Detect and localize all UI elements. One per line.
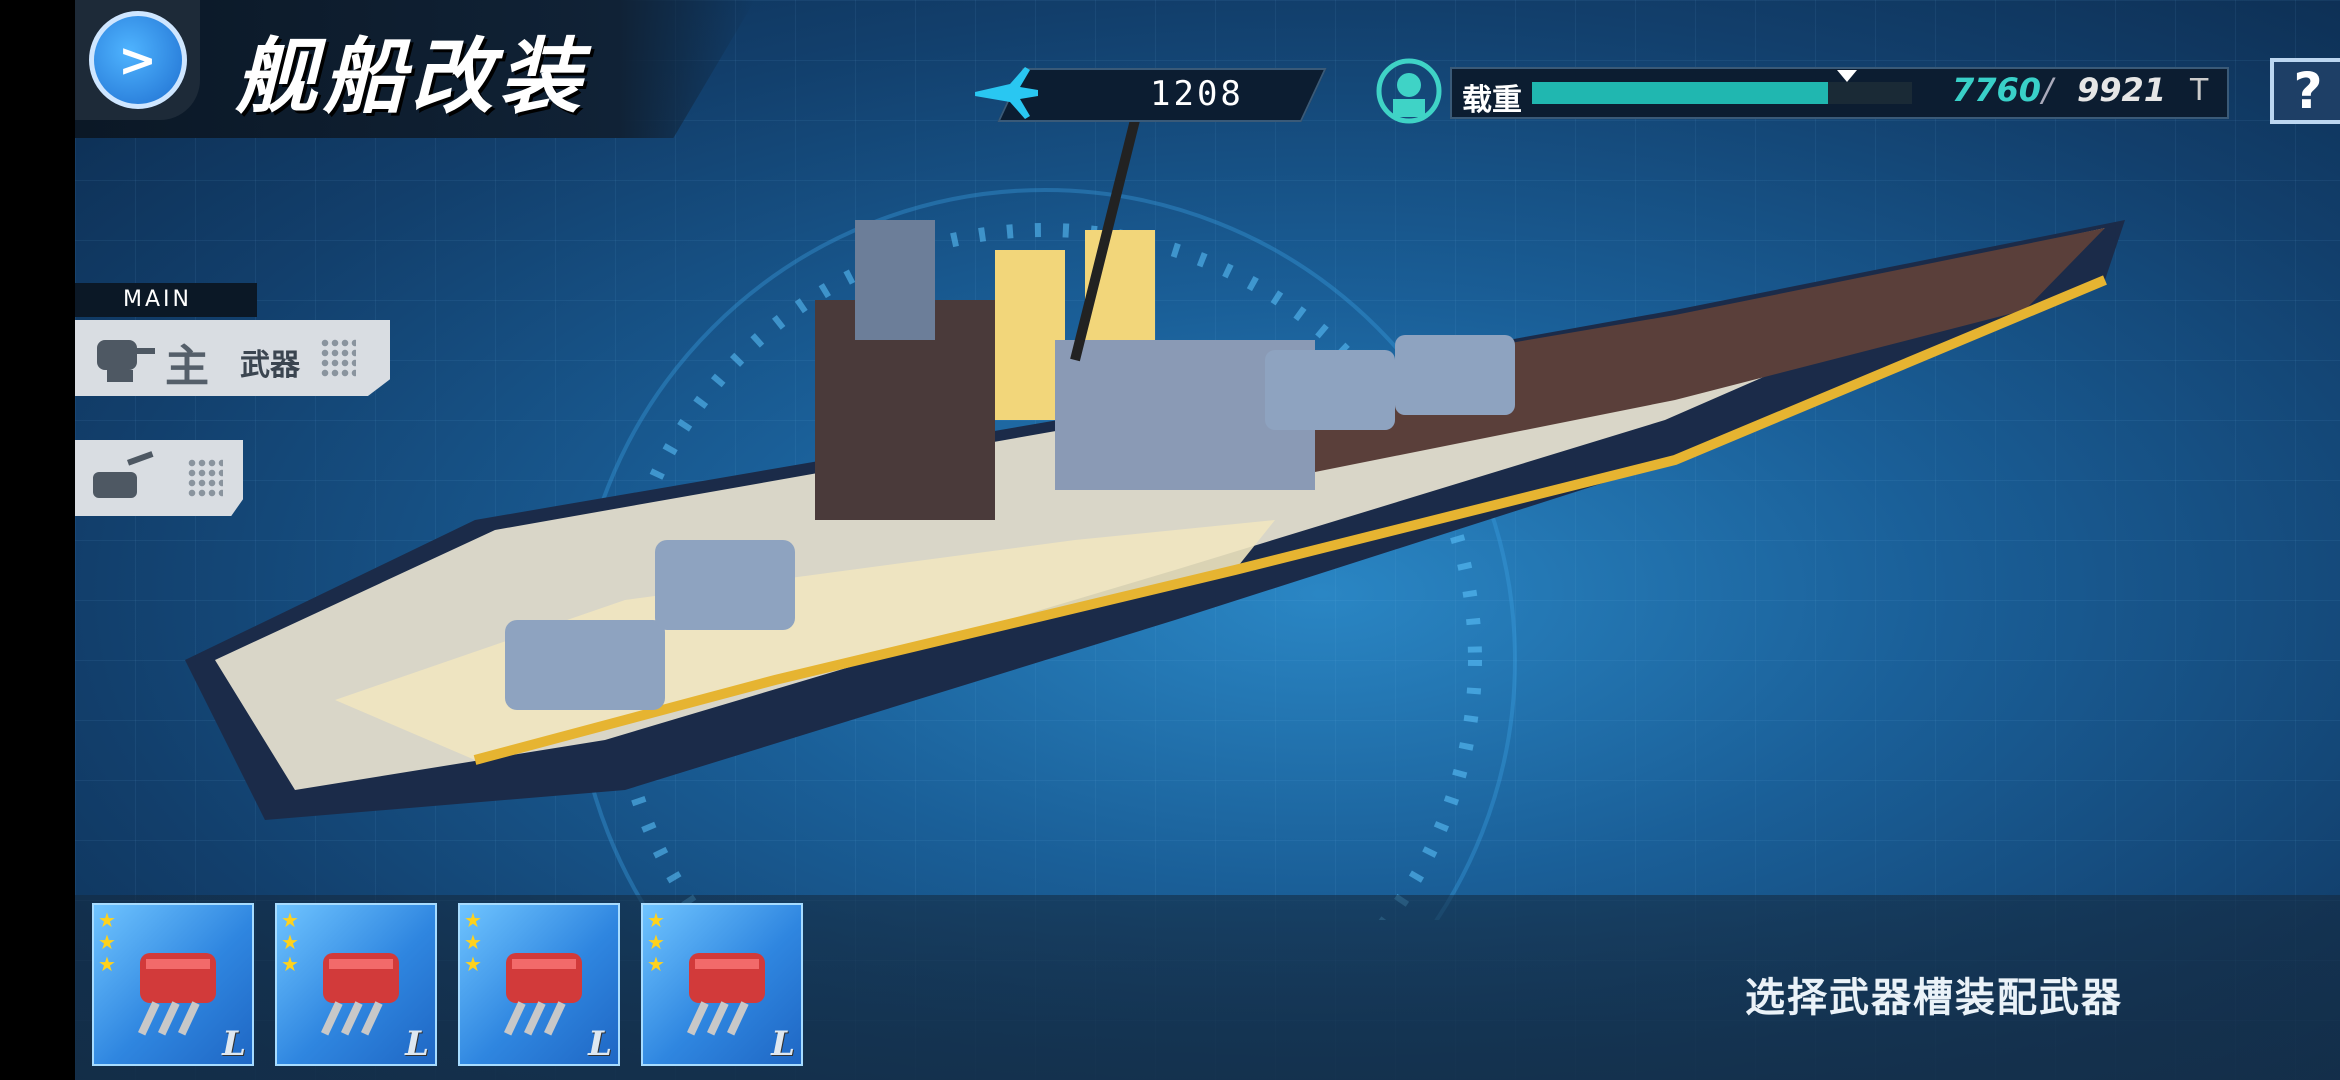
grade-label: L	[222, 1024, 246, 1064]
load-separator: /	[2042, 71, 2053, 109]
grade-label: L	[771, 1024, 795, 1064]
tab-main-weapon-label: 武器	[240, 348, 300, 383]
load-unit: T	[2190, 73, 2209, 108]
star-rating: ★ ★ ★	[98, 908, 116, 976]
triple-turret-icon	[687, 953, 765, 1036]
plane-icon	[975, 67, 1038, 119]
triple-turret-icon	[321, 953, 399, 1036]
weapon-slot[interactable]: ★ ★ ★ L	[275, 903, 437, 1066]
tab-main-char: 主	[165, 341, 209, 392]
star-rating: ★ ★ ★	[647, 908, 665, 976]
captain-icon	[1376, 58, 1442, 124]
tab-main-weapon[interactable]: 主 武器	[75, 320, 390, 396]
section-tag: MAIN	[75, 283, 257, 317]
ship-model	[185, 118, 2125, 920]
weapon-slot[interactable]: ★ ★ ★ L	[641, 903, 803, 1066]
grade-label: L	[588, 1024, 612, 1064]
back-button[interactable]: >	[75, 0, 200, 120]
triple-turret-icon	[138, 953, 216, 1036]
star-rating: ★ ★ ★	[464, 908, 482, 976]
page-title: 舰船改装	[235, 29, 587, 125]
power-counter: 1208	[970, 62, 1327, 122]
load-max: 9921	[2077, 71, 2167, 109]
load-indicator: 载重 7760 / 9921 T	[1365, 55, 2229, 127]
game-stage: > 舰船改装 1208 载重 7760 / 9921 T ? MAIN 主 武器…	[75, 0, 2340, 1080]
drag-dots-icon	[320, 338, 356, 378]
help-button[interactable]: ?	[2270, 58, 2340, 124]
drag-dots-icon	[187, 458, 223, 498]
secondary-gun-icon	[93, 451, 154, 498]
star-rating: ★ ★ ★	[281, 908, 299, 976]
load-frame: 载重 7760 / 9921 T	[1450, 67, 2229, 119]
grade-label: L	[405, 1024, 429, 1064]
main-gun-icon	[97, 340, 155, 382]
back-arrow-icon: >	[88, 11, 187, 109]
triple-turret-icon	[504, 953, 582, 1036]
load-current: 7760	[1952, 71, 2042, 109]
load-label: 载重	[1462, 83, 1522, 118]
load-track	[1532, 70, 1912, 104]
hint-text: 选择武器槽装配武器	[1745, 975, 2123, 1021]
weapon-slot[interactable]: ★ ★ ★ L	[92, 903, 254, 1066]
power-value: 1208	[1150, 74, 1244, 114]
load-marker-icon	[1837, 70, 1857, 82]
load-fill	[1532, 82, 1829, 104]
weapon-slot[interactable]: ★ ★ ★ L	[458, 903, 620, 1066]
tab-secondary-weapon[interactable]	[75, 440, 243, 516]
